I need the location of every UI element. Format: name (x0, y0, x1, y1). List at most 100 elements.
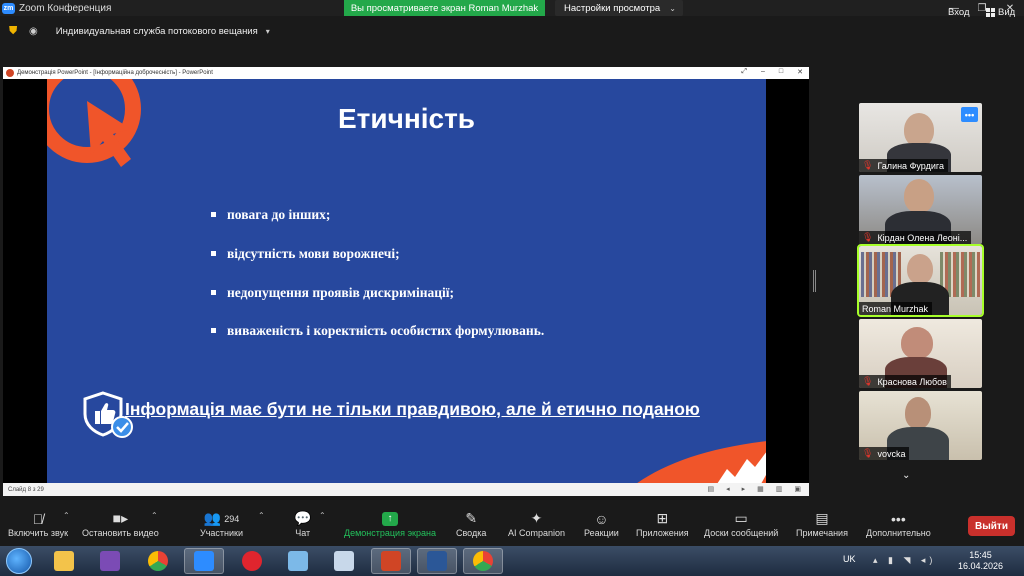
unmute-button[interactable]: 🎙̸ Включить звук (8, 509, 69, 539)
zoom-logo-icon: zm (2, 2, 15, 14)
ppt-normal-view-icon: ▦ (757, 486, 764, 493)
ppt-prev-icon: ◂ (726, 486, 730, 493)
participant-tile-active-speaker[interactable]: Roman Murzhak (857, 244, 984, 317)
ppt-window-title: Демонстрація PowerPoint - [Інформаційна … (17, 70, 213, 76)
powerpoint-icon (6, 69, 14, 77)
participants-icon: 👥 (203, 510, 222, 526)
reactions-label: Реакции (584, 528, 619, 538)
participant-video (907, 254, 933, 284)
more-participants-chevron-icon[interactable]: ⌄ (902, 470, 910, 481)
participant-tile[interactable]: ••• 🎙 Галина Фурдига (859, 103, 982, 172)
participants-caret-icon[interactable]: ⌃ (258, 511, 265, 520)
chevron-down-icon: ⌄ (669, 3, 676, 13)
taskbar-visual-studio[interactable] (90, 548, 130, 574)
leave-button[interactable]: Выйти (968, 516, 1015, 536)
ppt-status-bar: Слайд 8 з 29 ▤ ◂ ▸ ▦ ▥ ▣ (3, 483, 809, 496)
start-button-icon[interactable] (6, 548, 32, 574)
taskbar-powerpoint[interactable] (371, 548, 411, 574)
chevron-down-icon[interactable]: ▾ (266, 27, 270, 36)
view-options-button[interactable]: Настройки просмотра ⌄ (555, 0, 683, 16)
summary-button[interactable]: ✎ Сводка (456, 509, 486, 538)
chat-caret-icon[interactable]: ⌃ (319, 511, 326, 520)
ppt-maximize-icon: □ (778, 68, 784, 75)
connection-signal-icon[interactable]: ◉ (29, 26, 38, 37)
video-options-caret-icon[interactable]: ⌃ (151, 511, 158, 520)
taskbar-chrome[interactable] (138, 548, 178, 574)
taskbar-word[interactable] (417, 548, 457, 574)
folder-icon (54, 551, 74, 571)
ppt-window-controls: ⤢ – □ ✕ (741, 68, 803, 76)
participants-label: Участники (200, 528, 243, 538)
unmute-label: Включить звук (8, 528, 69, 538)
ai-companion-label: AI Companion (508, 528, 566, 538)
chrome-icon (473, 551, 493, 571)
mic-muted-icon: 🎙 (862, 448, 874, 458)
taskbar-file-explorer[interactable] (44, 548, 84, 574)
ai-companion-button[interactable]: ✦ AI Companion (508, 509, 565, 538)
view-button[interactable]: Вид (986, 7, 1015, 18)
participants-count: 294 (224, 513, 240, 524)
system-clock[interactable]: 15:45 16.04.2026 (958, 550, 1003, 572)
whiteboards-button[interactable]: ▭ Доски сообщений (704, 509, 778, 538)
resize-handle[interactable] (813, 270, 816, 292)
participant-name-bar: 🎙 Краснова Любов (859, 375, 951, 388)
visual-studio-icon (100, 551, 120, 571)
participant-name: vovcka (877, 448, 906, 459)
slide-tagline: Інформація має бути не тільки правдивою,… (125, 399, 700, 419)
chrome-icon (148, 551, 168, 571)
taskbar-chrome-2[interactable] (463, 548, 503, 574)
participant-name: Галина Фурдига (877, 160, 944, 171)
share-screen-button[interactable]: ↑ Демонстрация экрана (344, 509, 436, 538)
chat-bubble-icon: 💬 (294, 510, 312, 526)
slide-bullet: виваженість і коректність особистих форм… (210, 323, 544, 362)
slide-bullet-list: повага до інших; відсутність мови ворожн… (210, 207, 544, 362)
participant-name: Кірдан Олена Леоні... (877, 232, 968, 243)
slide-title: Етичність (337, 103, 476, 134)
reactions-button[interactable]: ☺ Реакции (584, 509, 619, 539)
clock-time: 15:45 (969, 550, 992, 560)
streaming-service-label[interactable]: Индивидуальная служба потокового вещания (56, 26, 258, 37)
chat-button[interactable]: 💬 Чат (294, 509, 311, 538)
participant-tile[interactable]: 🎙 Кірдан Олена Леоні... (859, 175, 982, 244)
summary-label: Сводка (456, 528, 487, 538)
exit-button[interactable]: Вход (948, 7, 970, 18)
audio-options-caret-icon[interactable]: ⌃ (63, 511, 70, 520)
security-shield-icon[interactable]: ⛊ (9, 25, 19, 37)
taskbar-zoom[interactable] (184, 548, 224, 574)
participant-name-bar: 🎙 Кірдан Олена Леоні... (859, 231, 972, 244)
taskbar-app[interactable] (324, 548, 364, 574)
apps-icon: ⊞ (656, 510, 669, 526)
meeting-info-bar: ⛊ ◉ Индивидуальная служба потокового вещ… (0, 18, 1024, 44)
os-taskbar: UK ▴ ▮ ◥ ◂) 15:45 16.04.2026 (0, 546, 1024, 576)
ppt-reading-view-icon: ▣ (794, 486, 801, 493)
participants-button[interactable]: 👥 294 Участники (200, 509, 243, 538)
taskbar-opera[interactable] (232, 548, 272, 574)
whiteboard-icon: ▭ (734, 510, 748, 526)
ppt-close-icon: ✕ (797, 69, 803, 76)
app-title: Zoom Конференция (19, 2, 112, 14)
mic-off-icon: 🎙̸ (32, 510, 44, 527)
more-button[interactable]: ••• Дополнительно (866, 509, 931, 539)
stop-video-button[interactable]: ■▸ Остановить видео (82, 509, 159, 538)
taskbar-paint[interactable] (278, 548, 318, 574)
participant-tile[interactable]: 🎙 vovcka (859, 391, 982, 460)
tray-icons[interactable]: ▴ ▮ ◥ ◂) (873, 555, 936, 566)
participant-video (904, 179, 934, 213)
whiteboards-label: Доски сообщений (704, 528, 779, 538)
chat-label: Чат (295, 528, 311, 538)
more-options-icon[interactable]: ••• (961, 107, 978, 122)
apps-button[interactable]: ⊞ Приложения (636, 509, 689, 538)
mic-muted-icon: 🎙 (862, 160, 874, 170)
participant-name: Roman Murzhak (862, 303, 929, 314)
participant-name-bar: 🎙 Галина Фурдига (859, 159, 948, 172)
mic-muted-icon: 🎙 (862, 232, 874, 242)
ppt-restore-icon: ⤢ (741, 68, 747, 75)
participant-tile[interactable]: 🎙 Краснова Любов (859, 319, 982, 388)
share-screen-icon: ↑ (381, 511, 398, 526)
paint-icon (288, 551, 308, 571)
language-indicator[interactable]: UK (843, 554, 856, 564)
mic-muted-icon: 🎙 (862, 376, 874, 386)
participant-video (904, 113, 934, 147)
apps-label: Приложения (636, 528, 689, 538)
notes-button[interactable]: ▤ Примечания (796, 509, 848, 538)
